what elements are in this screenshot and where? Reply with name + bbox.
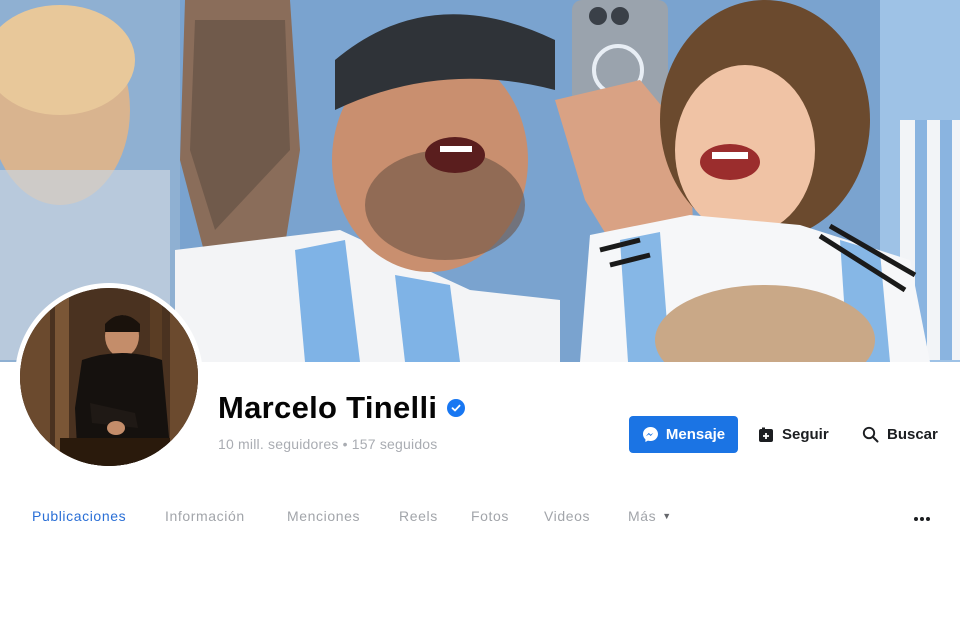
message-button[interactable]: Mensaje [629,416,738,453]
caret-down-icon: ▼ [662,511,672,521]
tab-menciones[interactable]: Menciones [287,508,360,524]
tab-more-label: Más [628,508,657,524]
tab-more[interactable]: Más ▼ [628,508,672,524]
verified-badge-icon [447,399,466,417]
search-icon [862,426,879,443]
tab-publicaciones[interactable]: Publicaciones [32,508,126,524]
profile-name: Marcelo Tinelli [218,390,438,425]
follow-button-label: Seguir [782,426,829,443]
tab-fotos[interactable]: Fotos [471,508,509,524]
message-button-label: Mensaje [665,426,726,443]
search-button-label: Buscar [887,426,938,443]
tab-videos[interactable]: Videos [544,508,590,524]
profile-header: Marcelo Tinelli [218,390,466,426]
tab-reels[interactable]: Reels [399,508,438,524]
follow-icon [758,427,774,443]
profile-stats[interactable]: 10 mill. seguidores • 157 seguidos [218,436,438,452]
more-options-icon[interactable] [910,512,934,526]
profile-tabs: Publicaciones Información Menciones Reel… [0,508,960,534]
tab-informacion[interactable]: Información [165,508,245,524]
avatar-image [20,288,198,466]
messenger-icon [642,426,659,443]
profile-avatar[interactable] [15,283,203,471]
follow-button[interactable]: Seguir [758,416,829,453]
search-button[interactable]: Buscar [862,416,938,453]
